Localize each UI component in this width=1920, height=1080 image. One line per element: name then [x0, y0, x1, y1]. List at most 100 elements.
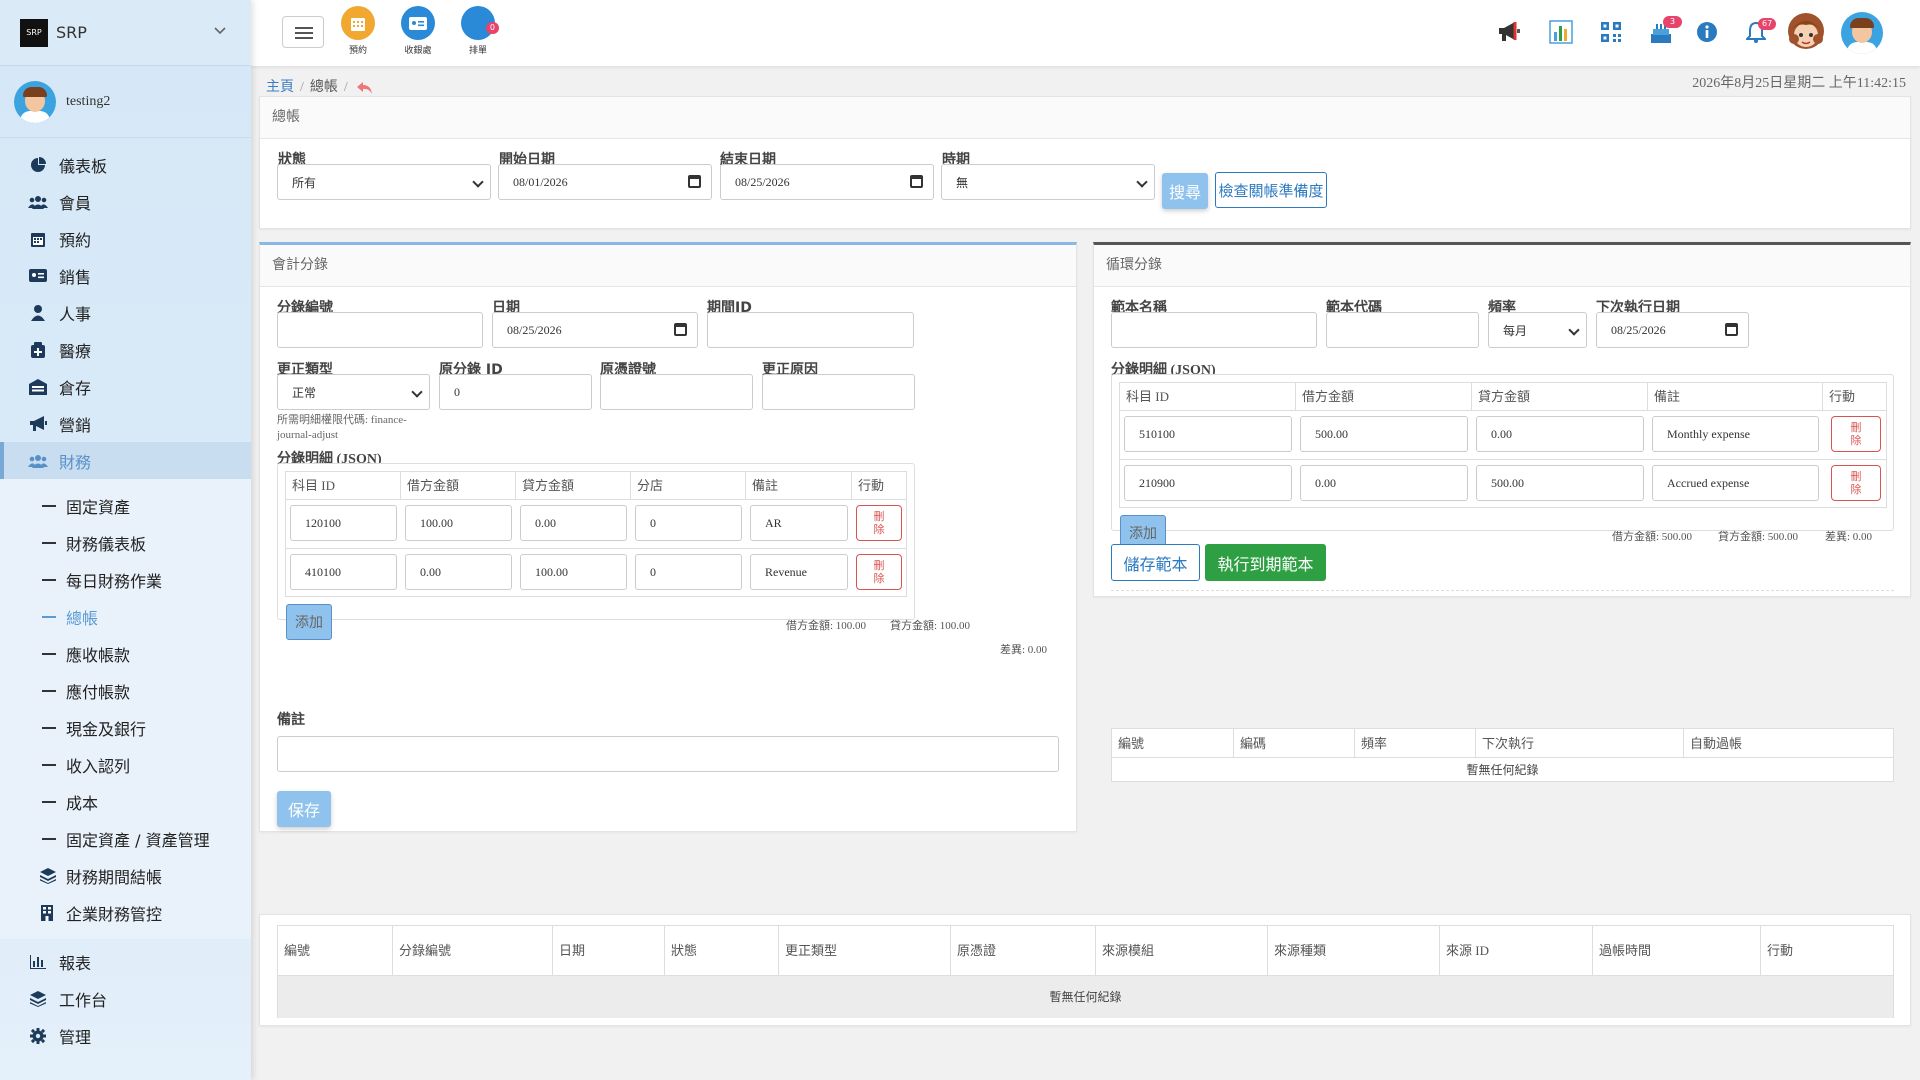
delete-line-button[interactable]: 刪除 — [1831, 416, 1881, 452]
brand-header[interactable]: SRP SRP — [0, 0, 251, 66]
period-select[interactable]: 無 — [941, 164, 1155, 200]
sidebar-sub-label: 成本 — [66, 793, 99, 813]
correction-type-select[interactable]: 正常 — [277, 374, 430, 410]
sidebar-item-members[interactable]: 會員 — [0, 183, 251, 220]
save-journal-button[interactable]: 保存 — [277, 791, 331, 827]
quick-queue-button[interactable]: 0 排單 — [453, 6, 503, 56]
status-select[interactable]: 所有 — [277, 164, 491, 200]
delete-line-button[interactable]: 刪除 — [856, 505, 902, 541]
sidebar-sub-asset-mgmt[interactable]: 固定資產 / 資產管理 — [0, 820, 251, 857]
journal-no-input[interactable] — [277, 312, 483, 348]
line-debit-input[interactable]: 0.00 — [1300, 465, 1468, 501]
sidebar-sub-cash-bank[interactable]: 現金及銀行 — [0, 709, 251, 746]
correction-reason-input[interactable] — [762, 374, 915, 410]
quick-booking-button[interactable]: 預約 — [333, 6, 383, 56]
line-debit-input[interactable]: 500.00 — [1300, 416, 1468, 452]
breadcrumb-home[interactable]: 主頁 — [266, 80, 294, 95]
template-name-input[interactable] — [1111, 312, 1317, 348]
line-credit-input[interactable]: 100.00 — [520, 554, 627, 590]
sidebar-item-reports[interactable]: 報表 — [0, 943, 251, 980]
mascot-avatar[interactable] — [1785, 11, 1827, 55]
sidebar-item-admin[interactable]: 管理 — [0, 1017, 251, 1054]
delete-line-button[interactable]: 刪除 — [856, 554, 902, 590]
next-run-date-value: 08/25/2026 — [1611, 322, 1666, 337]
remark-input[interactable] — [277, 736, 1059, 772]
cake-icon[interactable]: 3 — [1647, 16, 1683, 46]
sidebar-item-warehouse[interactable]: 倉存 — [0, 368, 251, 405]
recurring-lines-body: 510100 500.00 0.00 Monthly expense 刪除 21… — [1119, 410, 1887, 508]
original-voucher-input[interactable] — [600, 374, 753, 410]
line-note-input[interactable]: Revenue — [750, 554, 848, 590]
line-branch-input[interactable]: 0 — [635, 554, 742, 590]
user-avatar[interactable] — [1841, 12, 1883, 54]
line-credit-input[interactable]: 0.00 — [1476, 416, 1644, 452]
line-account-input[interactable]: 120100 — [290, 505, 397, 541]
sidebar-sub-cost[interactable]: 成本 — [0, 783, 251, 820]
run-due-templates-button[interactable]: 執行到期範本 — [1205, 544, 1326, 581]
line-credit-input[interactable]: 500.00 — [1476, 465, 1644, 501]
calendar-icon[interactable] — [688, 175, 701, 188]
sidebar-sub-period-close[interactable]: 財務期間結帳 — [0, 857, 251, 894]
next-run-date-input[interactable]: 08/25/2026 — [1596, 312, 1749, 348]
sidebar-item-sales[interactable]: 銷售 — [0, 257, 251, 294]
add-line-button[interactable]: 添加 — [286, 604, 332, 640]
sidebar-sub-finance-dashboard[interactable]: 財務儀表板 — [0, 524, 251, 561]
line-credit-input[interactable]: 0.00 — [520, 505, 627, 541]
calendar-icon[interactable] — [910, 175, 923, 188]
col-header: 分錄編號 — [393, 926, 553, 976]
col-header: 編號 — [278, 926, 393, 976]
megaphone-icon[interactable] — [1495, 18, 1523, 46]
line-note-input[interactable]: AR — [750, 505, 848, 541]
qr-code-icon[interactable] — [1597, 18, 1625, 46]
sidebar-item-medical[interactable]: 醫療 — [0, 331, 251, 368]
quick-cashier-button[interactable]: 收銀處 — [393, 6, 443, 56]
sidebar-item-workbench[interactable]: 工作台 — [0, 980, 251, 1017]
save-template-button[interactable]: 儲存範本 — [1111, 544, 1200, 581]
chart-icon[interactable] — [1547, 18, 1575, 46]
sidebar-sub-enterprise-control[interactable]: 企業財務管控 — [0, 894, 251, 931]
journal-lines-table: 科目 ID 借方金額 貸方金額 分店 備註 行動 120100 100.00 0… — [277, 463, 970, 640]
end-date-input[interactable]: 08/25/2026 — [720, 164, 934, 200]
calendar-icon[interactable] — [674, 323, 687, 336]
start-date-input[interactable]: 08/01/2026 — [498, 164, 712, 200]
sidebar-sub-ap[interactable]: 應付帳款 — [0, 672, 251, 709]
sidebar-sub-general-ledger[interactable]: 總帳 — [0, 598, 251, 635]
chevron-down-icon[interactable] — [214, 24, 226, 36]
sidebar-sub-revenue[interactable]: 收入認列 — [0, 746, 251, 783]
line-account-input[interactable]: 510100 — [1124, 416, 1292, 452]
frequency-select[interactable]: 每月 — [1488, 312, 1587, 348]
original-entry-id-input[interactable]: 0 — [439, 374, 592, 410]
period-id-input[interactable] — [707, 312, 914, 348]
sidebar-item-dashboard[interactable]: 儀表板 — [0, 146, 251, 183]
menu-toggle-button[interactable] — [282, 16, 324, 48]
user-panel[interactable]: testing2 — [0, 66, 251, 138]
bell-icon[interactable]: 67 — [1742, 18, 1777, 46]
col-header: 更正類型 — [779, 926, 951, 976]
check-close-readiness-button[interactable]: 檢查關帳準備度 — [1215, 172, 1327, 208]
line-debit-input[interactable]: 0.00 — [405, 554, 512, 590]
line-branch-input[interactable]: 0 — [635, 505, 742, 541]
sidebar: SRP SRP testing2 儀表板 會員 預約 銷售 人事 醫療 倉存 營… — [0, 0, 251, 1080]
search-button[interactable]: 搜尋 — [1162, 173, 1208, 209]
line-note-input[interactable]: Monthly expense — [1652, 416, 1819, 452]
template-code-input[interactable] — [1326, 312, 1479, 348]
info-icon[interactable] — [1693, 18, 1721, 46]
sidebar-item-finance[interactable]: 財務 — [0, 442, 251, 479]
calendar-icon[interactable] — [1725, 323, 1738, 336]
sidebar-item-label: 財務 — [59, 452, 92, 472]
delete-line-button[interactable]: 刪除 — [1831, 465, 1881, 501]
line-debit-input[interactable]: 100.00 — [405, 505, 512, 541]
sidebar-sub-ar[interactable]: 應收帳款 — [0, 635, 251, 672]
sidebar-sub-daily-ops[interactable]: 每日財務作業 — [0, 561, 251, 598]
line-account-input[interactable]: 410100 — [290, 554, 397, 590]
sidebar-sub-label: 現金及銀行 — [66, 719, 147, 739]
calendar-icon — [28, 230, 48, 248]
line-account-input[interactable]: 210900 — [1124, 465, 1292, 501]
sidebar-item-marketing[interactable]: 營銷 — [0, 405, 251, 442]
back-arrow-icon[interactable] — [357, 81, 373, 94]
sidebar-item-booking[interactable]: 預約 — [0, 220, 251, 257]
journal-date-input[interactable]: 08/25/2026 — [492, 312, 698, 348]
sidebar-sub-fixed-assets[interactable]: 固定資產 — [0, 487, 251, 524]
sidebar-item-hr[interactable]: 人事 — [0, 294, 251, 331]
line-note-input[interactable]: Accrued expense — [1652, 465, 1819, 501]
